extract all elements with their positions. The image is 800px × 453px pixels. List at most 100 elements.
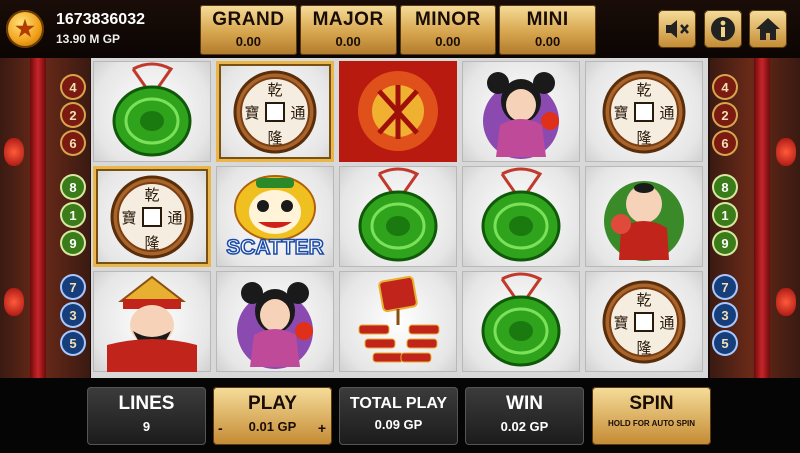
spin-button[interactable]: SPIN HOLD FOR AUTO SPIN [592,387,711,445]
spin-hint: HOLD FOR AUTO SPIN [607,419,696,428]
svg-text:寶: 寶 [613,104,628,122]
payline-number[interactable]: 5 [62,332,84,354]
boy-symbol-icon [585,166,703,272]
payline-number[interactable]: 4 [714,76,736,98]
payline-number[interactable]: 3 [714,304,736,326]
svg-text:隆: 隆 [144,234,159,252]
coin-symbol-icon: 乾 通 隆 寶 [93,166,211,272]
mute-button[interactable] [658,10,696,48]
lines-value: 9 [142,419,151,434]
reel-cell [462,271,580,372]
coin-symbol-icon: 乾 通 隆 寶 [585,61,703,167]
jackpot-title: MINOR [414,9,481,30]
lines-display: LINES 9 [87,387,206,445]
reel-cell: 乾 通 隆 寶 [585,61,703,162]
payline-number[interactable]: 4 [62,76,84,98]
reel-cell [339,271,457,372]
reel-cell [93,61,211,162]
home-button[interactable] [749,10,787,48]
coin-symbol-icon: 乾 通 隆 寶 [585,271,703,377]
jackpot-value: 0.00 [534,34,561,49]
top-bar: ★ 1673836032 13.90 M GP GRAND 0.00 MAJOR… [0,0,800,58]
reel-cell: 乾 通 隆 寶 [93,166,211,267]
svg-text:通: 通 [659,314,674,332]
jackpot-panel: GRAND 0.00 MAJOR 0.00 MINOR 0.00 MINI 0.… [200,5,596,55]
payline-number[interactable]: 6 [62,132,84,154]
reel-cell: SCATTER [216,166,334,267]
lines-label: LINES [118,393,175,414]
jackpot-title: MINI [526,9,569,30]
svg-text:乾: 乾 [144,186,159,204]
lantern-icon [4,138,24,166]
god-of-wealth-symbol-icon [93,271,211,377]
jackpot-value: 0.00 [435,34,461,49]
payline-number[interactable]: 1 [714,204,736,226]
svg-text:寶: 寶 [244,104,259,122]
payline-number[interactable]: 7 [62,276,84,298]
reel-cell [339,61,457,162]
play-bet-control: PLAY 0.01 GP - + [213,387,332,445]
reel-cell [339,166,457,267]
play-value: 0.01 GP [248,419,297,434]
svg-text:通: 通 [167,209,182,227]
jackpot-title: GRAND [212,9,285,30]
reel-cell: 乾 通 隆 寶 [216,61,334,162]
total-play-label: TOTAL PLAY [349,395,448,412]
jackpot-minor: MINOR 0.00 [399,5,497,55]
payline-number[interactable]: 2 [714,104,736,126]
firecrackers-symbol-icon [339,271,457,377]
scatter-label: SCATTER [225,235,324,260]
jackpot-value: 0.00 [335,34,361,49]
payline-number[interactable]: 3 [62,304,84,326]
payline-number[interactable]: 7 [714,276,736,298]
play-label: PLAY [248,393,297,414]
lantern-icon [776,138,796,166]
jackpot-major: MAJOR 0.00 [299,5,397,55]
total-play-value: 0.09 GP [374,417,423,432]
payline-number[interactable]: 1 [62,204,84,226]
jackpot-mini: MINI 0.00 [499,5,596,55]
game-screen: ★ 1673836032 13.90 M GP GRAND 0.00 MAJOR… [0,0,800,453]
coin-symbol-icon: 乾 通 隆 寶 [216,61,334,167]
jackpot-title: MAJOR [312,9,384,30]
svg-text:寶: 寶 [121,209,136,227]
bottom-bar: LINES 9 PLAY 0.01 GP - + TOTAL PLAY 0.09… [0,378,800,453]
bet-decrease-button[interactable]: - [218,420,223,436]
payline-number[interactable]: 8 [62,176,84,198]
payline-number[interactable]: 5 [714,332,736,354]
bet-increase-button[interactable]: + [318,420,326,436]
win-display: WIN 0.02 GP [465,387,584,445]
payline-number[interactable]: 9 [62,232,84,254]
svg-text:乾: 乾 [636,81,651,99]
svg-text:隆: 隆 [636,339,651,357]
jade-symbol-icon [462,166,580,272]
coin-balance: 1673836032 [56,11,145,28]
girl-symbol-icon [216,271,334,377]
svg-text:隆: 隆 [636,129,651,147]
payline-number[interactable]: 9 [714,232,736,254]
payline-numbers-right: 4 2 6 8 1 9 7 3 5 [712,58,738,378]
reel-cell [462,61,580,162]
svg-text:乾: 乾 [636,291,651,309]
spin-label: SPIN [629,393,674,414]
lantern-icon [4,288,24,316]
win-label: WIN [506,393,543,414]
reel-cell [216,271,334,372]
reel-cell [585,166,703,267]
svg-text:隆: 隆 [267,129,282,147]
jackpot-grand: GRAND 0.00 [200,5,297,55]
payline-number[interactable]: 8 [714,176,736,198]
total-play-display: TOTAL PLAY 0.09 GP [339,387,458,445]
coin-star-icon: ★ [6,10,44,48]
svg-text:通: 通 [659,104,674,122]
info-button[interactable] [704,10,742,48]
jade-symbol-icon [93,61,211,167]
lantern-icon [776,288,796,316]
payline-number[interactable]: 6 [714,132,736,154]
reel-cell [462,166,580,267]
jade-symbol-icon [339,166,457,272]
payline-number[interactable]: 2 [62,104,84,126]
svg-text:乾: 乾 [267,81,282,99]
reel-cell: 乾 通 隆 寶 [585,271,703,372]
gp-balance: 13.90 M GP [56,32,121,46]
